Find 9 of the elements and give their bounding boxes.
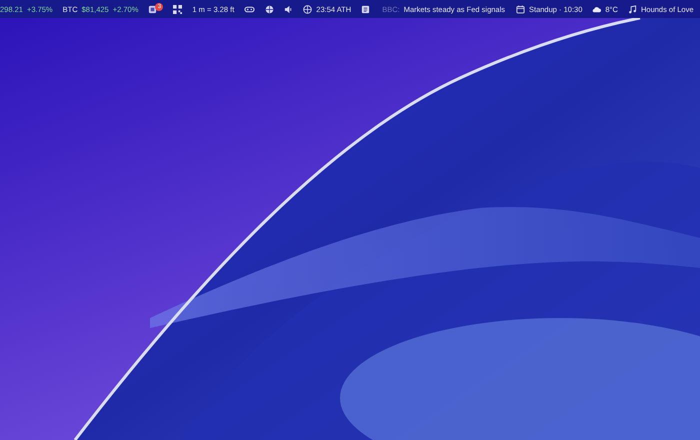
gamepad-icon[interactable] (244, 4, 256, 14)
calendar-icon[interactable] (516, 4, 525, 14)
globe-icon[interactable] (265, 4, 274, 14)
newspaper-icon[interactable] (361, 4, 370, 14)
cloud-icon[interactable] (592, 4, 602, 14)
qr-code-icon[interactable] (173, 4, 182, 14)
notifications-icon[interactable] (148, 4, 158, 14)
volume-icon[interactable] (284, 4, 294, 14)
music-note-icon[interactable] (628, 4, 637, 14)
